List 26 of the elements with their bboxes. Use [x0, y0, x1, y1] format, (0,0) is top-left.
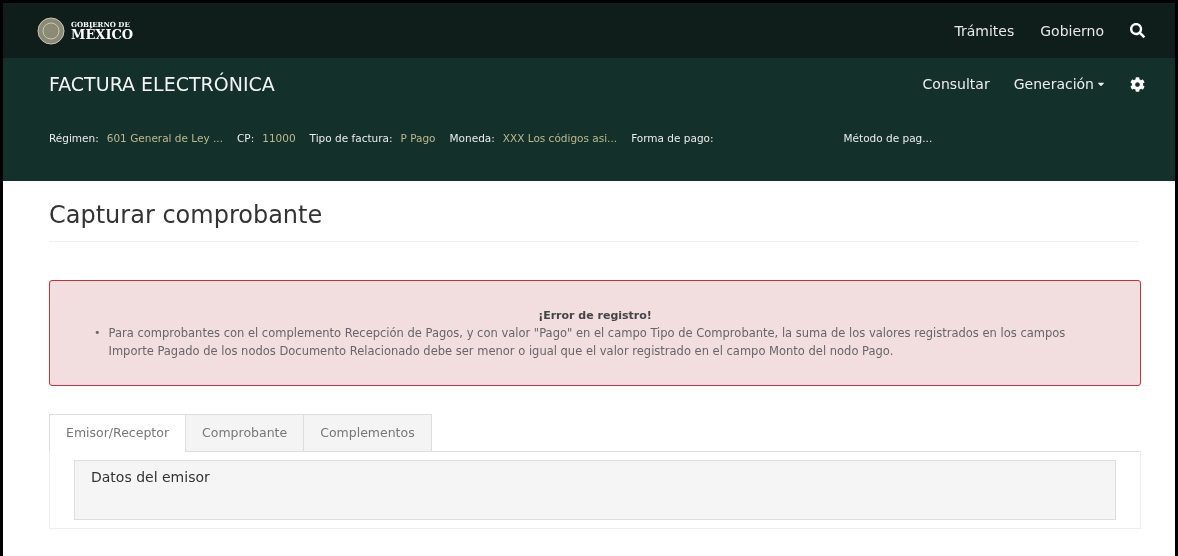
section-title: Datos del emisor — [91, 468, 211, 485]
info-label: Forma de pago: — [631, 132, 714, 144]
info-value: 11000 — [262, 132, 296, 144]
info-value: XXX Los códigos asi... — [502, 132, 618, 144]
seal-icon — [37, 16, 65, 45]
info-label: Método de pag... — [843, 132, 933, 144]
bullet: • — [94, 325, 101, 341]
info-value: P Pago — [400, 132, 436, 144]
info-label: Régimen: — [49, 132, 99, 144]
alert-title: ¡Error de registro! — [537, 309, 653, 322]
settings-icon[interactable] — [1130, 76, 1145, 92]
alert-message: Para comprobantes con el complemento Recepción de Pagos, y con valor "Pago" en el campo Tipo de Comprobante, la suma de los valores registrados en los campos Importe Pagado de los nodos Documento Relacionado debe ser menor o igual que el valor registrado en el campo Monto del nodo Pago. — [108, 325, 1067, 361]
info-label: Moneda: — [449, 132, 495, 144]
info-label: CP: — [237, 132, 255, 144]
info-label: Tipo de factura: — [309, 132, 393, 144]
page-title: Capturar comprobante — [49, 201, 1139, 242]
nav-link[interactable]: Generación — [1013, 76, 1106, 92]
tab[interactable]: Complementos — [303, 413, 432, 452]
tab[interactable]: Comprobante — [185, 413, 305, 452]
nav-link[interactable]: Gobierno — [1040, 22, 1104, 39]
tab[interactable]: Emisor/Receptor — [49, 413, 187, 452]
search-icon[interactable] — [1130, 23, 1145, 38]
nav-link[interactable]: Consultar — [922, 76, 990, 92]
app-title: FACTURA ELECTRÓNICA — [49, 73, 275, 95]
info-value: 601 General de Ley ... — [106, 132, 223, 144]
nav-link[interactable]: Trámites — [954, 22, 1015, 39]
